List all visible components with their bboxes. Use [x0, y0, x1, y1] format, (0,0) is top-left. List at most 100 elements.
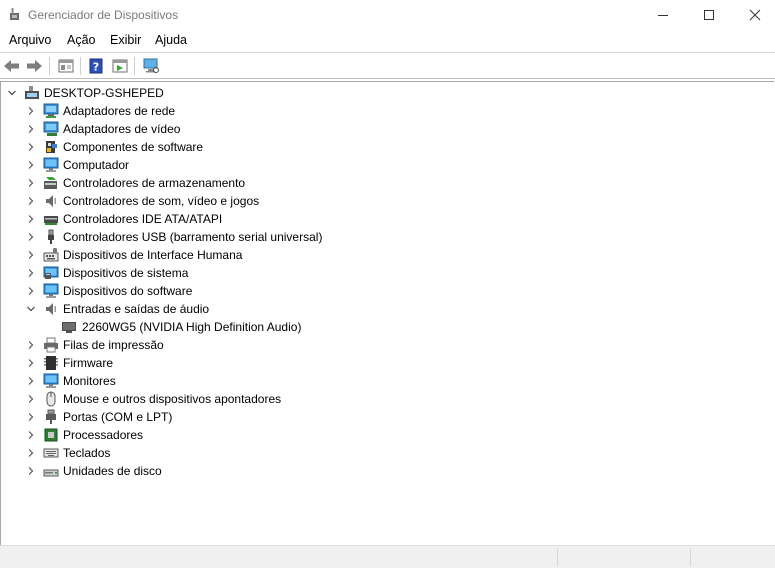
menu-bar: Arquivo Ação Exibir Ajuda [0, 30, 775, 52]
tree-item-controladores-de-som[interactable]: Controladores de som, vídeo e jogos [1, 192, 401, 210]
chevron-right-icon[interactable] [25, 140, 37, 154]
chevron-right-icon[interactable] [25, 122, 37, 136]
toolbar-divider [0, 78, 775, 79]
chevron-down-icon[interactable] [6, 86, 18, 100]
usb-icon [48, 229, 54, 244]
disk-drive-icon [43, 469, 59, 477]
tree-item-mouse[interactable]: Mouse e outros dispositivos apontadores [1, 390, 401, 408]
hid-icon [43, 248, 59, 262]
tree-item-filas-de-impressao[interactable]: Filas de impressão [1, 336, 401, 354]
chevron-right-icon[interactable] [25, 392, 37, 406]
network-adapter-icon [43, 103, 59, 118]
toolbar-separator [49, 57, 50, 75]
properties-view-button[interactable] [56, 56, 76, 76]
properties-view-icon [58, 59, 74, 73]
tree-item-label: Monitores [63, 374, 116, 388]
help-button[interactable]: ? [86, 56, 106, 76]
tree-item-controladores-de-armazenamento[interactable]: Controladores de armazenamento [1, 174, 401, 192]
menu-exibir[interactable]: Exibir [109, 33, 142, 47]
chevron-right-icon[interactable] [25, 284, 37, 298]
tree-item-label: Controladores IDE ATA/ATAPI [63, 212, 223, 226]
menu-arquivo[interactable]: Arquivo [8, 33, 52, 47]
forward-icon [27, 60, 42, 72]
forward-button[interactable] [24, 56, 44, 76]
tree-child-2260wg5[interactable]: 2260WG5 (NVIDIA High Definition Audio) [1, 318, 401, 336]
ide-controller-icon [44, 216, 58, 225]
chevron-right-icon[interactable] [25, 104, 37, 118]
chevron-right-icon[interactable] [25, 176, 37, 190]
tree-item-firmware[interactable]: Firmware [1, 354, 401, 372]
tree-item-componentes-de-software[interactable]: Componentes de software [1, 138, 401, 156]
close-button[interactable] [732, 0, 775, 30]
back-button[interactable] [2, 56, 22, 76]
maximize-icon [704, 10, 714, 20]
menu-ajuda[interactable]: Ajuda [154, 33, 188, 47]
maximize-button[interactable] [686, 0, 732, 30]
tree-item-computador[interactable]: Computador [1, 156, 401, 174]
tree-item-teclados[interactable]: Teclados [1, 444, 401, 462]
chevron-right-icon[interactable] [25, 230, 37, 244]
tree-item-processadores[interactable]: Processadores [1, 426, 401, 444]
tree-item-entradas-e-saidas-de-audio[interactable]: Entradas e saídas de áudio [1, 300, 401, 318]
minimize-icon [658, 15, 668, 16]
chevron-right-icon[interactable] [25, 464, 37, 478]
root-label: DESKTOP-GSHEPED [44, 86, 164, 100]
toolbar: ? [0, 53, 775, 78]
tree-item-label: Dispositivos do software [63, 284, 193, 298]
chevron-right-icon[interactable] [25, 410, 37, 424]
chevron-right-icon[interactable] [25, 266, 37, 280]
tree-item-label: Processadores [63, 428, 144, 442]
tree-item-unidades-de-disco[interactable]: Unidades de disco [1, 462, 401, 480]
tree-item-label: Controladores de armazenamento [63, 176, 246, 190]
chevron-right-icon[interactable] [25, 446, 37, 460]
device-tree[interactable]: DESKTOP-GSHEPED Adaptadores de rede Adap… [0, 81, 774, 545]
chevron-right-icon[interactable] [25, 338, 37, 352]
tree-item-monitores[interactable]: Monitores [1, 372, 401, 390]
tree-item-label: Adaptadores de vídeo [63, 122, 181, 136]
chevron-right-icon[interactable] [25, 374, 37, 388]
toolbar-separator [80, 57, 81, 75]
tree-item-controladores-ide[interactable]: Controladores IDE ATA/ATAPI [1, 210, 401, 228]
chevron-right-icon[interactable] [25, 158, 37, 172]
tree-item-dispositivos-de-sistema[interactable]: Dispositivos de sistema [1, 264, 401, 282]
tree-item-label: Componentes de software [63, 140, 204, 154]
tree-item-label: Controladores de som, vídeo e jogos [63, 194, 260, 208]
tree-item-adaptadores-de-video[interactable]: Adaptadores de vídeo [1, 120, 401, 138]
chevron-right-icon[interactable] [25, 356, 37, 370]
storage-controller-icon [44, 177, 57, 189]
tree-item-label: 2260WG5 (NVIDIA High Definition Audio) [82, 320, 302, 334]
scan-hardware-button[interactable] [141, 56, 161, 76]
mouse-icon [46, 391, 56, 407]
scan-hardware-icon [143, 58, 159, 73]
device-manager-app-icon [10, 8, 19, 20]
tree-item-label: Mouse e outros dispositivos apontadores [63, 392, 282, 406]
status-bar [0, 545, 775, 568]
help-icon: ? [89, 58, 103, 74]
tree-item-dispositivos-de-interface-humana[interactable]: Dispositivos de Interface Humana [1, 246, 401, 264]
tree-root[interactable]: DESKTOP-GSHEPED [1, 84, 401, 102]
tree-item-label: Dispositivos de sistema [63, 266, 189, 280]
tree-item-controladores-usb[interactable]: Controladores USB (barramento serial uni… [1, 228, 401, 246]
software-device-icon [43, 283, 59, 298]
processor-icon [44, 428, 58, 442]
update-driver-button[interactable] [110, 56, 130, 76]
chevron-right-icon[interactable] [25, 212, 37, 226]
display-adapter-icon [43, 121, 59, 136]
keyboard-icon [43, 448, 59, 458]
chevron-down-icon[interactable] [25, 302, 37, 316]
status-divider [690, 548, 691, 566]
tree-item-label: Teclados [63, 446, 111, 460]
tree-item-portas[interactable]: Portas (COM e LPT) [1, 408, 401, 426]
chevron-right-icon[interactable] [25, 248, 37, 262]
tree-item-label: Adaptadores de rede [63, 104, 176, 118]
minimize-button[interactable] [640, 0, 686, 30]
tree-item-dispositivos-do-software[interactable]: Dispositivos do software [1, 282, 401, 300]
tree-item-adaptadores-de-rede[interactable]: Adaptadores de rede [1, 102, 401, 120]
chevron-right-icon[interactable] [25, 428, 37, 442]
audio-io-icon [46, 303, 56, 315]
computer-icon [43, 157, 59, 172]
tree-item-label: Unidades de disco [63, 464, 162, 478]
chevron-right-icon[interactable] [25, 194, 37, 208]
tree-item-label: Portas (COM e LPT) [63, 410, 173, 424]
menu-acao[interactable]: Ação [66, 33, 97, 47]
